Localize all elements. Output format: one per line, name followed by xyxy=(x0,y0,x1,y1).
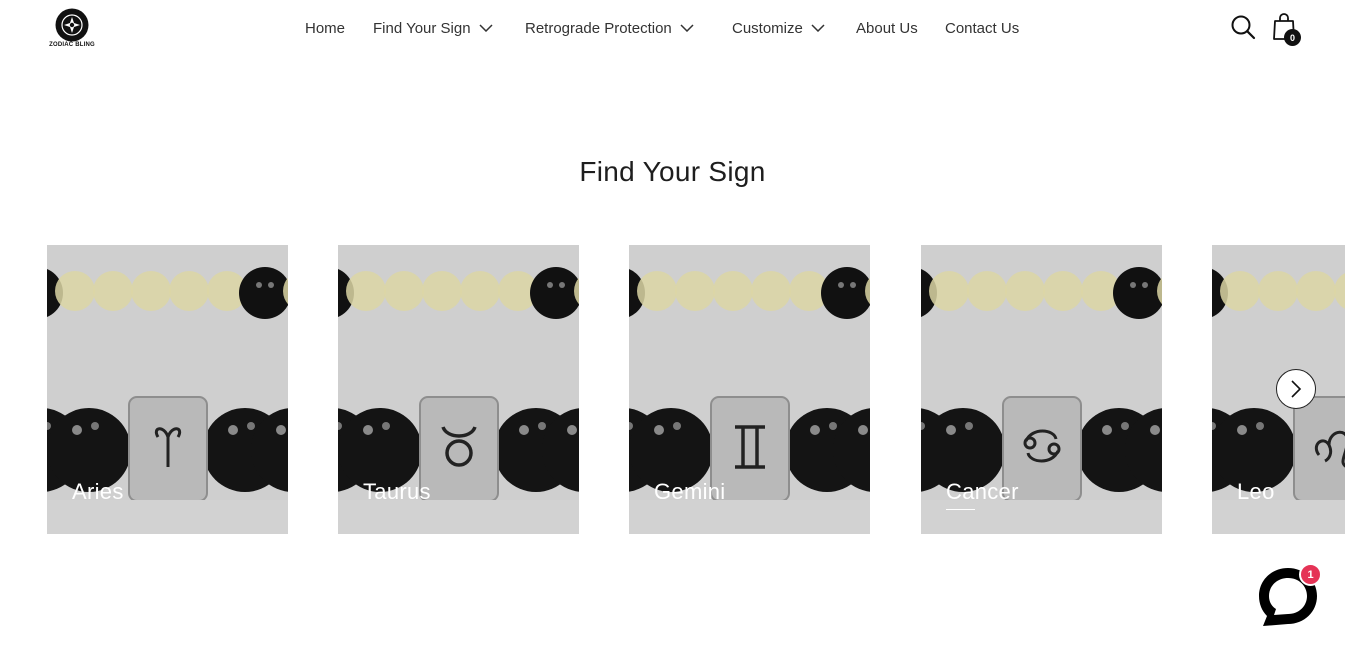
sign-card-label: Taurus xyxy=(363,479,431,504)
nav-item-label: Contact Us xyxy=(945,19,1020,37)
nav-item-retrograde-protection[interactable]: Retrograde Protection xyxy=(525,17,694,39)
nav-item-label: Customize xyxy=(732,19,803,37)
nav-item-label: Retrograde Protection xyxy=(525,19,672,37)
nav-item-customize[interactable]: Customize xyxy=(732,17,825,39)
section-title: Find Your Sign xyxy=(579,156,766,187)
brand-name: ZODIAC BLING xyxy=(49,42,95,48)
nav-item-label: Find Your Sign xyxy=(373,19,471,37)
search-icon[interactable] xyxy=(1230,14,1256,40)
sign-card-cancer[interactable]: Cancer xyxy=(921,245,1162,534)
sign-card-aries[interactable]: Aries xyxy=(47,245,288,534)
nav-item-contact-us[interactable]: Contact Us xyxy=(945,17,1019,39)
nav-item-label: About Us xyxy=(856,19,918,37)
sign-card-label: Cancer xyxy=(946,479,1019,504)
sign-card-label: Aries xyxy=(72,479,124,504)
chevron-down-icon xyxy=(680,24,694,32)
cart-count-badge: 0 xyxy=(1284,29,1301,46)
chat-notification-badge: 1 xyxy=(1299,563,1322,586)
carousel-next-button[interactable] xyxy=(1276,369,1316,409)
sign-carousel: Aries Taurus Gemini Cancer Leo xyxy=(0,245,1345,534)
sign-card-taurus[interactable]: Taurus xyxy=(338,245,579,534)
chevron-down-icon xyxy=(479,24,493,32)
chevron-right-icon xyxy=(1291,380,1302,398)
main-nav: Home Find Your Sign Retrograde Protectio… xyxy=(0,17,1345,39)
nav-item-about-us[interactable]: About Us xyxy=(856,17,918,39)
site-header: ZODIAC BLING Home Find Your Sign Retrogr… xyxy=(0,0,1345,56)
chevron-down-icon xyxy=(811,24,825,32)
nav-item-label: Home xyxy=(305,19,346,37)
sign-card-label: Leo xyxy=(1237,479,1275,504)
nav-item-home[interactable]: Home xyxy=(305,17,345,39)
active-underline xyxy=(946,509,975,510)
sign-card-gemini[interactable]: Gemini xyxy=(629,245,870,534)
nav-item-find-your-sign[interactable]: Find Your Sign xyxy=(373,17,493,39)
sign-card-label: Gemini xyxy=(654,479,726,504)
